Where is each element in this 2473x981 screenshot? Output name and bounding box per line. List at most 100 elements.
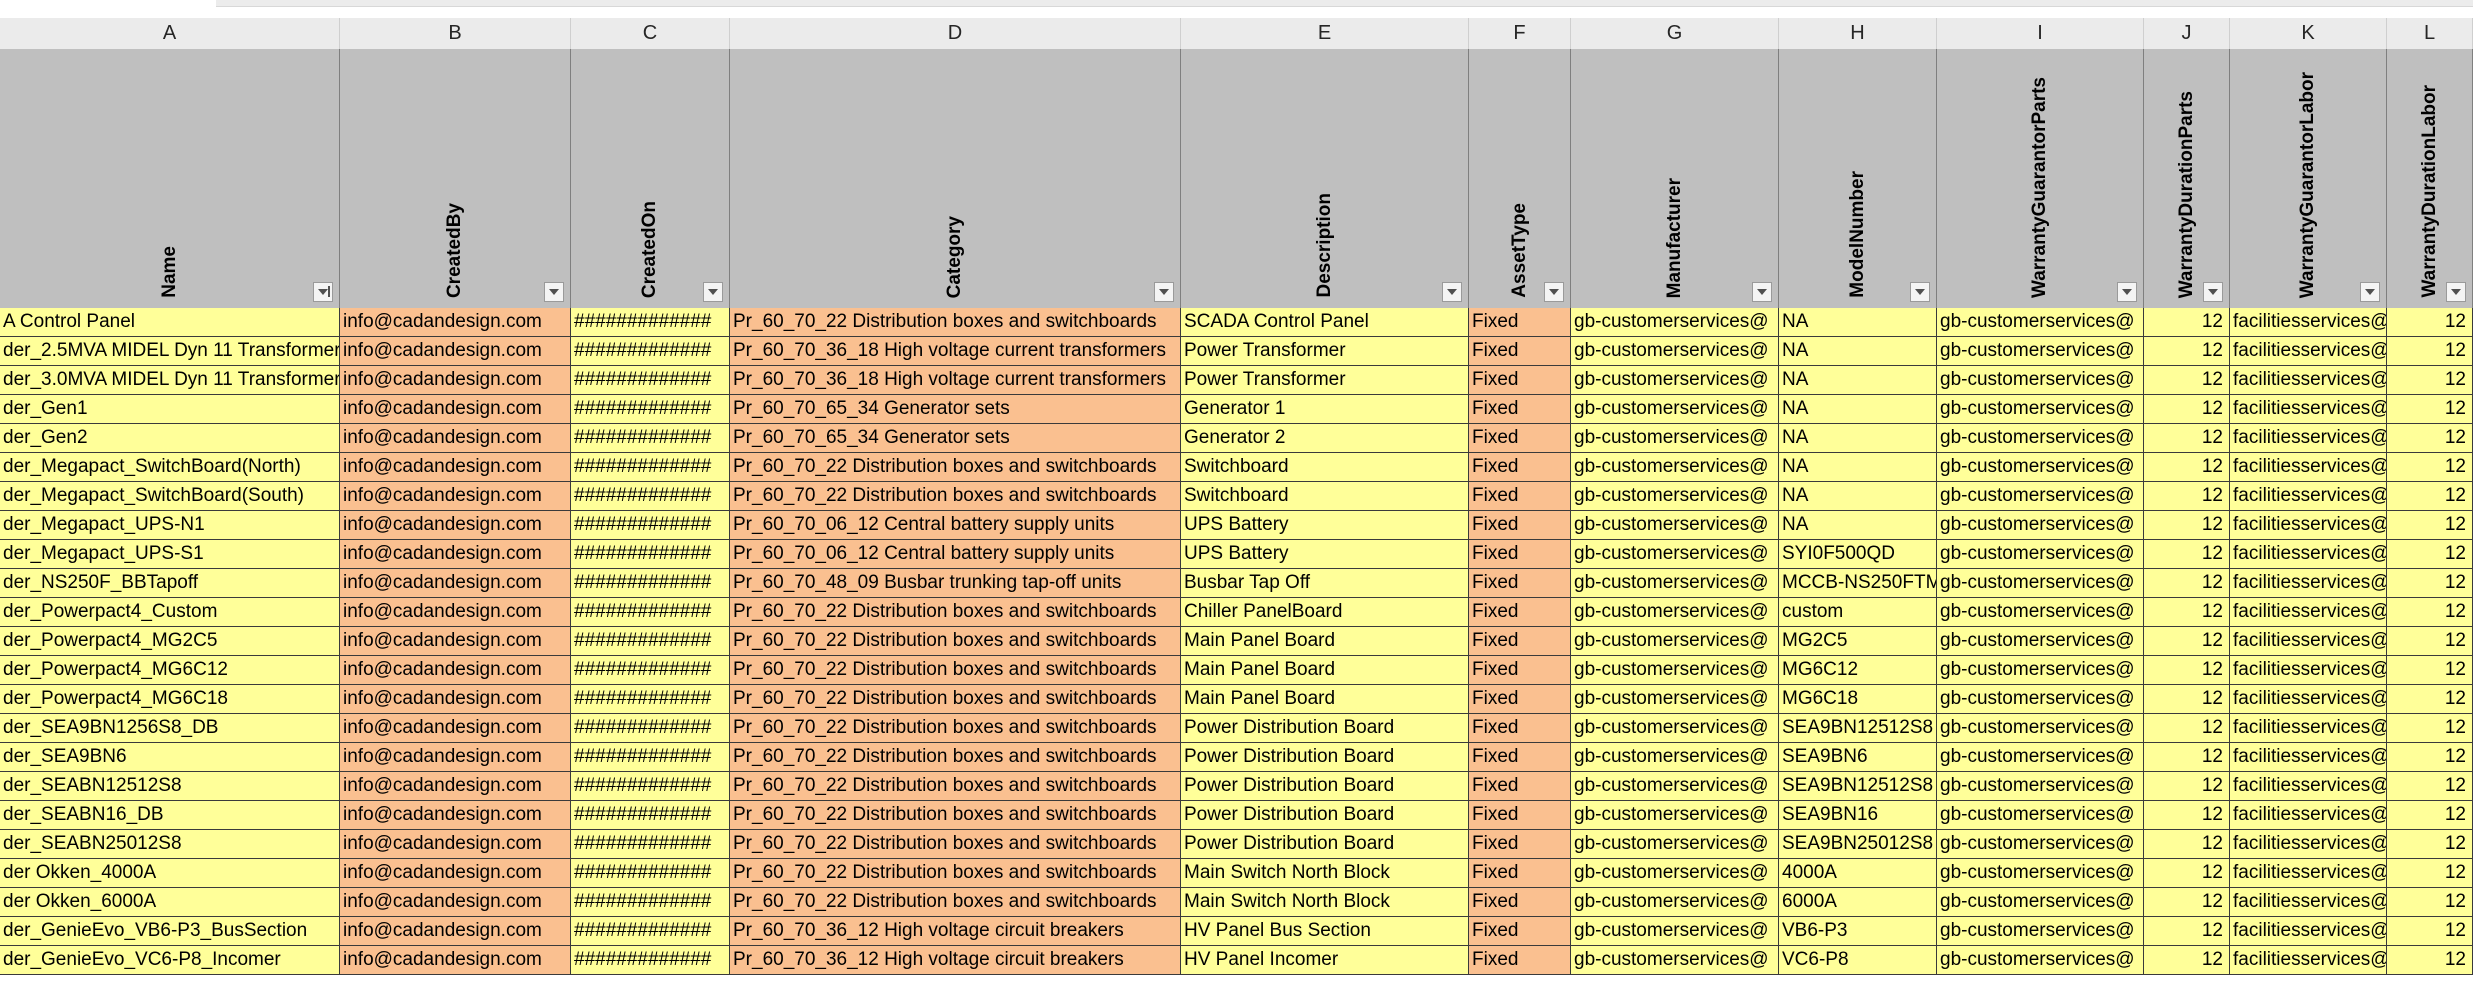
cell-guarantorParts[interactable]: gb-customerservices@: [1937, 627, 2144, 655]
cell-manufacturer[interactable]: gb-customerservices@: [1571, 395, 1779, 423]
cell-description[interactable]: Switchboard: [1181, 453, 1469, 481]
cell-durationLabor[interactable]: 12: [2387, 308, 2473, 336]
cell-name[interactable]: der_Gen2: [0, 424, 340, 452]
cell-durationLabor[interactable]: 12: [2387, 337, 2473, 365]
cell-model[interactable]: NA: [1779, 424, 1937, 452]
cell-durationParts[interactable]: 12: [2144, 308, 2230, 336]
cell-guarantorLabor[interactable]: facilitiesservices@: [2230, 946, 2387, 974]
cell-durationParts[interactable]: 12: [2144, 830, 2230, 858]
cell-guarantorLabor[interactable]: facilitiesservices@: [2230, 714, 2387, 742]
cell-assetType[interactable]: Fixed: [1469, 453, 1571, 481]
column-letter-a[interactable]: A: [0, 18, 340, 49]
cell-manufacturer[interactable]: gb-customerservices@: [1571, 540, 1779, 568]
cell-durationParts[interactable]: 12: [2144, 627, 2230, 655]
cell-createdOn[interactable]: #############: [571, 453, 730, 481]
cell-durationLabor[interactable]: 12: [2387, 946, 2473, 974]
column-letter-e[interactable]: E: [1181, 18, 1469, 49]
cell-model[interactable]: SEA9BN25012S8: [1779, 830, 1937, 858]
cell-guarantorParts[interactable]: gb-customerservices@: [1937, 569, 2144, 597]
cell-name[interactable]: der Okken_4000A: [0, 859, 340, 887]
cell-category[interactable]: Pr_60_70_22 Distribution boxes and switc…: [730, 598, 1181, 626]
column-letter-h[interactable]: H: [1779, 18, 1937, 49]
cell-model[interactable]: SYI0F500QD: [1779, 540, 1937, 568]
cell-durationLabor[interactable]: 12: [2387, 888, 2473, 916]
cell-name[interactable]: der_SEABN25012S8: [0, 830, 340, 858]
cell-name[interactable]: der_Powerpact4_Custom: [0, 598, 340, 626]
cell-guarantorParts[interactable]: gb-customerservices@: [1937, 888, 2144, 916]
filter-dropdown-icon[interactable]: [703, 282, 723, 302]
cell-guarantorParts[interactable]: gb-customerservices@: [1937, 859, 2144, 887]
column-letter-k[interactable]: K: [2230, 18, 2387, 49]
cell-model[interactable]: NA: [1779, 453, 1937, 481]
cell-createdBy[interactable]: info@cadandesign.com: [340, 308, 571, 336]
cell-createdOn[interactable]: #############: [571, 946, 730, 974]
cell-manufacturer[interactable]: gb-customerservices@: [1571, 801, 1779, 829]
cell-createdBy[interactable]: info@cadandesign.com: [340, 511, 571, 539]
cell-name[interactable]: der_Megapact_UPS-S1: [0, 540, 340, 568]
cell-durationParts[interactable]: 12: [2144, 801, 2230, 829]
cell-assetType[interactable]: Fixed: [1469, 830, 1571, 858]
cell-assetType[interactable]: Fixed: [1469, 337, 1571, 365]
cell-durationParts[interactable]: 12: [2144, 946, 2230, 974]
cell-createdBy[interactable]: info@cadandesign.com: [340, 888, 571, 916]
cell-createdOn[interactable]: #############: [571, 685, 730, 713]
cell-description[interactable]: Power Distribution Board: [1181, 743, 1469, 771]
filter-dropdown-icon[interactable]: [313, 282, 333, 302]
cell-category[interactable]: Pr_60_70_22 Distribution boxes and switc…: [730, 453, 1181, 481]
cell-model[interactable]: VB6-P3: [1779, 917, 1937, 945]
cell-durationParts[interactable]: 12: [2144, 395, 2230, 423]
cell-manufacturer[interactable]: gb-customerservices@: [1571, 366, 1779, 394]
cell-durationParts[interactable]: 12: [2144, 598, 2230, 626]
cell-category[interactable]: Pr_60_70_06_12 Central battery supply un…: [730, 540, 1181, 568]
cell-model[interactable]: 6000A: [1779, 888, 1937, 916]
cell-manufacturer[interactable]: gb-customerservices@: [1571, 859, 1779, 887]
cell-guarantorParts[interactable]: gb-customerservices@: [1937, 482, 2144, 510]
cell-name[interactable]: der_Megapact_UPS-N1: [0, 511, 340, 539]
cell-category[interactable]: Pr_60_70_22 Distribution boxes and switc…: [730, 656, 1181, 684]
cell-durationParts[interactable]: 12: [2144, 917, 2230, 945]
cell-category[interactable]: Pr_60_70_48_09 Busbar trunking tap-off u…: [730, 569, 1181, 597]
cell-assetType[interactable]: Fixed: [1469, 946, 1571, 974]
cell-name[interactable]: der_NS250F_BBTapoff: [0, 569, 340, 597]
header-cell-warrantyguarantorlabor[interactable]: WarrantyGuarantorLabor: [2230, 49, 2387, 308]
cell-guarantorParts[interactable]: gb-customerservices@: [1937, 801, 2144, 829]
cell-durationParts[interactable]: 12: [2144, 656, 2230, 684]
cell-durationParts[interactable]: 12: [2144, 859, 2230, 887]
cell-category[interactable]: Pr_60_70_22 Distribution boxes and switc…: [730, 743, 1181, 771]
cell-manufacturer[interactable]: gb-customerservices@: [1571, 337, 1779, 365]
cell-description[interactable]: UPS Battery: [1181, 511, 1469, 539]
cell-createdBy[interactable]: info@cadandesign.com: [340, 540, 571, 568]
cell-createdOn[interactable]: #############: [571, 598, 730, 626]
cell-name[interactable]: der_Gen1: [0, 395, 340, 423]
cell-createdOn[interactable]: #############: [571, 337, 730, 365]
cell-durationLabor[interactable]: 12: [2387, 685, 2473, 713]
cell-name[interactable]: der_SEA9BN6: [0, 743, 340, 771]
cell-createdBy[interactable]: info@cadandesign.com: [340, 627, 571, 655]
cell-createdOn[interactable]: #############: [571, 743, 730, 771]
cell-manufacturer[interactable]: gb-customerservices@: [1571, 656, 1779, 684]
column-letter-d[interactable]: D: [730, 18, 1181, 49]
cell-createdOn[interactable]: #############: [571, 366, 730, 394]
cell-manufacturer[interactable]: gb-customerservices@: [1571, 598, 1779, 626]
filter-dropdown-icon[interactable]: [1544, 282, 1564, 302]
cell-createdOn[interactable]: #############: [571, 569, 730, 597]
cell-guarantorParts[interactable]: gb-customerservices@: [1937, 424, 2144, 452]
cell-durationLabor[interactable]: 12: [2387, 917, 2473, 945]
column-letter-i[interactable]: I: [1937, 18, 2144, 49]
cell-model[interactable]: NA: [1779, 337, 1937, 365]
cell-createdBy[interactable]: info@cadandesign.com: [340, 569, 571, 597]
cell-createdBy[interactable]: info@cadandesign.com: [340, 424, 571, 452]
cell-durationLabor[interactable]: 12: [2387, 801, 2473, 829]
header-cell-description[interactable]: Description: [1181, 49, 1469, 308]
cell-createdOn[interactable]: #############: [571, 830, 730, 858]
cell-guarantorLabor[interactable]: facilitiesservices@: [2230, 656, 2387, 684]
cell-name[interactable]: A Control Panel: [0, 308, 340, 336]
cell-description[interactable]: Main Switch North Block: [1181, 859, 1469, 887]
cell-createdOn[interactable]: #############: [571, 714, 730, 742]
cell-createdBy[interactable]: info@cadandesign.com: [340, 946, 571, 974]
header-cell-createdon[interactable]: CreatedOn: [571, 49, 730, 308]
cell-category[interactable]: Pr_60_70_22 Distribution boxes and switc…: [730, 308, 1181, 336]
cell-assetType[interactable]: Fixed: [1469, 888, 1571, 916]
cell-createdBy[interactable]: info@cadandesign.com: [340, 685, 571, 713]
cell-durationLabor[interactable]: 12: [2387, 598, 2473, 626]
